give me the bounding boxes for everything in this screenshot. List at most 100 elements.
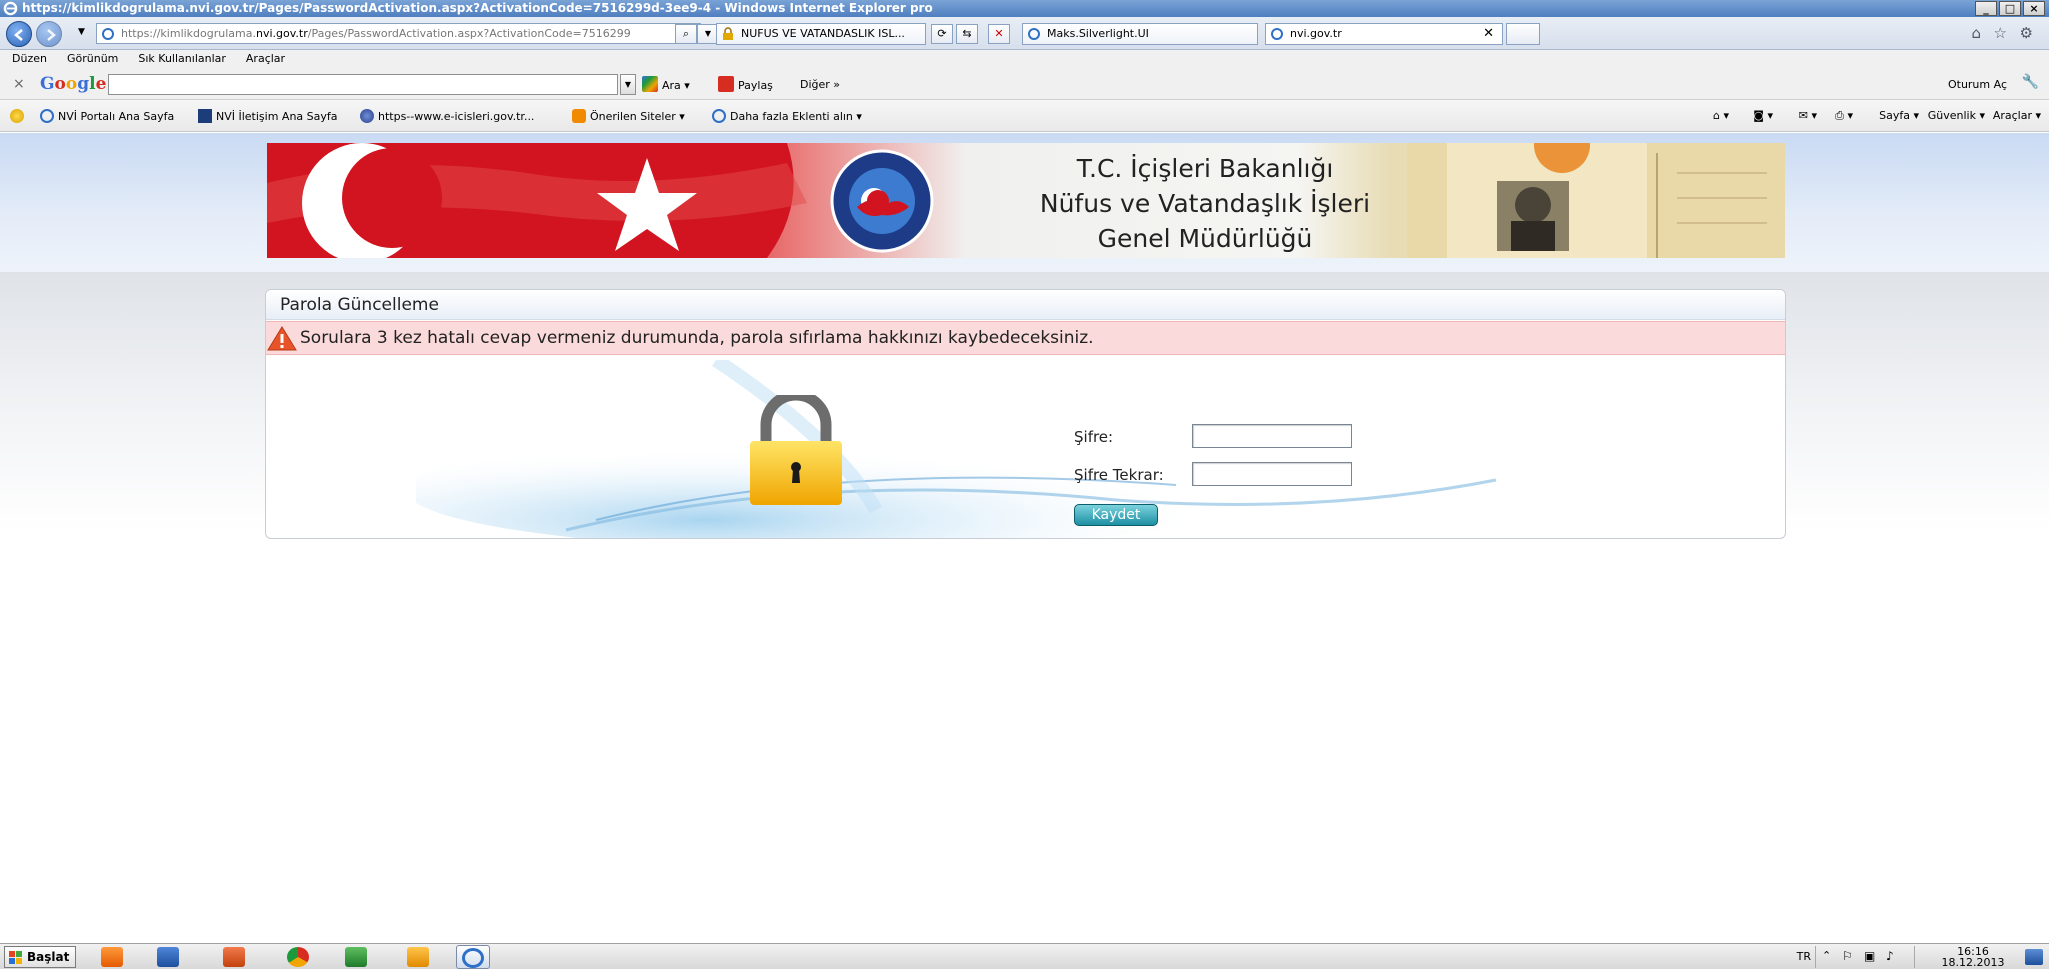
google-search-input[interactable] bbox=[108, 74, 618, 95]
outlook-icon[interactable] bbox=[402, 945, 436, 969]
warning-message: Sorulara 3 kez hatalı cevap vermeniz dur… bbox=[266, 321, 1785, 355]
show-hidden-icons-icon[interactable]: ⌃ bbox=[1822, 949, 1831, 962]
address-path: /Pages/PasswordActivation.aspx?Activatio… bbox=[307, 27, 631, 40]
more-button-label: Diğer » bbox=[800, 78, 841, 91]
password-repeat-label: Şifre Tekrar: bbox=[1074, 466, 1164, 484]
fav-daha-fazla-eklenti[interactable]: Daha fazla Eklenti alın ▾ bbox=[712, 109, 862, 123]
stop-icon[interactable]: ✕ bbox=[988, 24, 1010, 44]
favorites-star-icon[interactable] bbox=[10, 109, 28, 123]
close-toolbar-icon[interactable]: × bbox=[13, 76, 25, 92]
globe-icon bbox=[360, 109, 374, 123]
language-indicator[interactable]: TR bbox=[1797, 950, 1811, 963]
menu-bar: Düzen Görünüm Sık Kullanılanlar Araçlar bbox=[0, 50, 2049, 68]
close-window-button[interactable]: × bbox=[2023, 1, 2045, 16]
tab-nufus[interactable]: NUFUS VE VATANDASLIK ISL... bbox=[716, 23, 926, 45]
internet-explorer-icon bbox=[1271, 28, 1283, 40]
chrome-icon[interactable] bbox=[282, 945, 316, 969]
sign-in-label: Oturum Aç bbox=[1947, 78, 2007, 91]
search-button-label: Ara bbox=[662, 79, 681, 92]
google-logo: Google bbox=[40, 74, 107, 94]
fav-label: NVİ İletişim Ana Sayfa bbox=[216, 110, 338, 123]
banner-line-1: T.C. İçişleri Bakanlığı bbox=[1076, 154, 1334, 183]
clock-date: 18.12.2013 bbox=[1941, 956, 2005, 969]
forward-button[interactable] bbox=[36, 21, 62, 47]
sign-in-button[interactable]: Oturum Aç bbox=[1948, 76, 2007, 94]
flag-icon[interactable]: ⚐ bbox=[1842, 949, 1853, 963]
excel-icon[interactable] bbox=[340, 945, 374, 969]
banner-line-3: Genel Müdürlüğü bbox=[1097, 224, 1313, 253]
share-button-label: Paylaş bbox=[738, 79, 773, 92]
network-icon[interactable]: ▣ bbox=[1864, 949, 1875, 963]
wrench-icon[interactable]: 🔧 bbox=[2022, 74, 2039, 90]
arrow-left-icon bbox=[14, 29, 23, 41]
cmd-sayfa[interactable]: Sayfa ▾ bbox=[1879, 109, 1919, 122]
history-dropdown-icon[interactable]: ▼ bbox=[78, 27, 85, 37]
start-button[interactable]: Başlat bbox=[4, 946, 76, 968]
decorative-swirl-image bbox=[416, 360, 1497, 538]
turkish-flag-image bbox=[267, 143, 807, 258]
tab-maks-silverlight[interactable]: Maks.Silverlight.UI bbox=[1022, 23, 1258, 45]
print-icon[interactable]: ⎙ ▾ bbox=[1835, 109, 1853, 123]
gear-icon[interactable]: ⚙ bbox=[2020, 24, 2033, 42]
suggested-sites-icon bbox=[572, 109, 586, 123]
password-input[interactable] bbox=[1192, 424, 1352, 448]
menu-item-araclar[interactable]: Araçlar bbox=[246, 50, 285, 68]
compatibility-icon[interactable]: ⇆ bbox=[956, 24, 978, 44]
volume-icon[interactable]: ♪ bbox=[1886, 949, 1894, 963]
favorites-star-icon[interactable]: ☆ bbox=[1994, 24, 2007, 42]
media-player-icon[interactable] bbox=[96, 945, 130, 969]
maximize-button[interactable]: □ bbox=[1999, 1, 2021, 16]
refresh-icon[interactable]: ⟳ bbox=[931, 24, 953, 44]
padlock-icon bbox=[750, 395, 842, 505]
back-button[interactable] bbox=[6, 21, 32, 47]
cmd-guvenlik[interactable]: Güvenlik ▾ bbox=[1928, 109, 1985, 122]
arrow-right-icon bbox=[47, 29, 56, 41]
more-button[interactable]: Diğer » bbox=[800, 76, 840, 94]
password-repeat-input[interactable] bbox=[1192, 462, 1352, 486]
tab-label: NUFUS VE VATANDASLIK ISL... bbox=[741, 27, 905, 40]
password-update-panel: Parola Güncelleme Sorulara 3 kez hatalı … bbox=[265, 289, 1786, 539]
web-page: T.C. İçişleri Bakanlığı Nüfus ve Vatanda… bbox=[0, 133, 2049, 943]
fav-nvi-iletisim[interactable]: NVİ İletişim Ana Sayfa bbox=[198, 109, 338, 123]
show-desktop-button[interactable] bbox=[2025, 949, 2043, 965]
rss-icon[interactable]: ◙ ▾ bbox=[1753, 109, 1773, 122]
search-dropdown-icon[interactable]: ▼ bbox=[620, 74, 636, 95]
clock[interactable]: 16:16 18.12.2013 bbox=[1933, 946, 2013, 968]
address-prefix: https://kimlikdogrulama. bbox=[121, 27, 256, 40]
cmd-araclar[interactable]: Araçlar ▾ bbox=[1993, 109, 2041, 122]
word-icon[interactable] bbox=[152, 945, 186, 969]
share-button[interactable]: Paylaş bbox=[718, 76, 773, 94]
fav-nvi-portal[interactable]: NVİ Portalı Ana Sayfa bbox=[40, 109, 174, 123]
mail-icon[interactable]: ✉ ▾ bbox=[1799, 109, 1817, 122]
home-icon[interactable]: ⌂ bbox=[1971, 24, 1981, 42]
close-tab-icon[interactable]: ✕ bbox=[1483, 24, 1494, 44]
google-toolbar: × Google ▼ Ara ▾ Paylaş Diğer » Oturum A… bbox=[0, 68, 2049, 100]
menu-item-duzen[interactable]: Düzen bbox=[12, 50, 47, 68]
fav-e-icisleri[interactable]: https--www.e-icisleri.gov.tr... bbox=[360, 109, 534, 123]
address-domain: nvi.gov.tr bbox=[256, 27, 308, 40]
banner-line-2: Nüfus ve Vatandaşlık İşleri bbox=[1039, 189, 1371, 218]
google-search-button[interactable]: Ara ▾ bbox=[642, 76, 690, 94]
site-icon bbox=[198, 109, 212, 123]
powerpoint-icon[interactable] bbox=[218, 945, 252, 969]
notification-icons[interactable]: ⌃ ⚐ ▣ ♪ bbox=[1815, 946, 1915, 968]
cmd-label: Araçlar bbox=[1992, 109, 2032, 122]
new-tab-button[interactable] bbox=[1506, 23, 1540, 45]
menu-item-sik-kullanilanlar[interactable]: Sık Kullanılanlar bbox=[138, 50, 226, 68]
tab-nvi-gov-tr[interactable]: nvi.gov.tr ✕ bbox=[1265, 23, 1503, 45]
tab-label: nvi.gov.tr bbox=[1290, 27, 1342, 40]
banner-title: T.C. İçişleri Bakanlığı Nüfus ve Vatanda… bbox=[955, 151, 1455, 256]
identity-card-image bbox=[1407, 143, 1785, 258]
internet-explorer-icon bbox=[712, 109, 726, 123]
save-button[interactable]: Kaydet bbox=[1074, 504, 1158, 526]
fav-onerilen-siteler[interactable]: Önerilen Siteler ▾ bbox=[572, 109, 685, 123]
start-label: Başlat bbox=[27, 950, 70, 964]
lock-icon bbox=[723, 27, 733, 40]
fav-label: Daha fazla Eklenti alın bbox=[730, 110, 853, 123]
minimize-button[interactable]: _ bbox=[1975, 1, 1997, 16]
search-icon[interactable]: ⌕ bbox=[675, 24, 697, 44]
internet-explorer-taskbar-button[interactable] bbox=[456, 945, 490, 969]
home-icon[interactable]: ⌂ ▾ bbox=[1713, 109, 1729, 122]
menu-item-gorunum[interactable]: Görünüm bbox=[67, 50, 118, 68]
address-bar[interactable]: https://kimlikdogrulama.nvi.gov.tr/Pages… bbox=[96, 23, 701, 44]
